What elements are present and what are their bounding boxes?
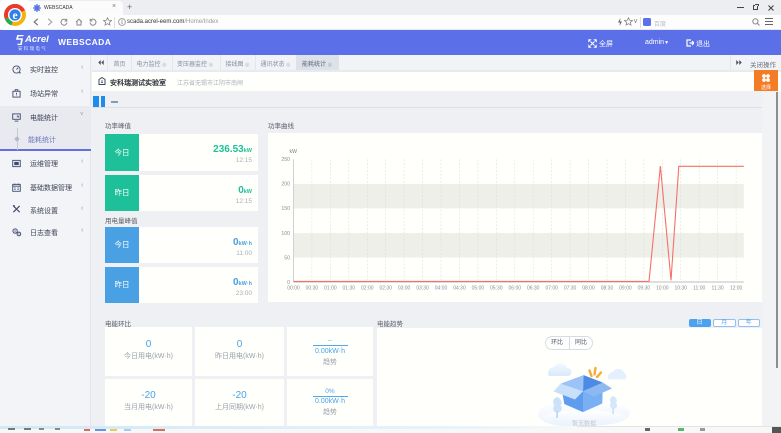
svg-text:01:00: 01:00 [324, 285, 337, 291]
svg-text:250: 250 [281, 157, 290, 163]
svg-text:00:00: 00:00 [287, 285, 300, 291]
svg-text:08:30: 08:30 [601, 285, 614, 291]
svg-text:150: 150 [281, 206, 290, 212]
svg-text:04:00: 04:00 [435, 285, 448, 291]
svg-text:08:00: 08:00 [582, 285, 595, 291]
svg-text:06:30: 06:30 [527, 285, 540, 291]
svg-text:50: 50 [284, 255, 290, 261]
svg-text:04:30: 04:30 [453, 285, 466, 291]
svg-text:11:30: 11:30 [712, 285, 724, 291]
svg-text:02:00: 02:00 [361, 285, 374, 291]
svg-text:05:30: 05:30 [490, 285, 503, 291]
svg-text:200: 200 [281, 182, 290, 188]
svg-text:11:00: 11:00 [693, 285, 705, 291]
svg-text:05:00: 05:00 [472, 285, 485, 291]
svg-text:07:30: 07:30 [564, 285, 577, 291]
svg-text:10:00: 10:00 [656, 285, 669, 291]
svg-text:e: e [12, 10, 17, 22]
svg-text:03:00: 03:00 [398, 285, 411, 291]
svg-text:02:30: 02:30 [379, 285, 392, 291]
svg-text:kW: kW [290, 149, 298, 155]
svg-text:01:30: 01:30 [343, 285, 356, 291]
svg-text:09:00: 09:00 [619, 285, 632, 291]
svg-text:07:00: 07:00 [545, 285, 558, 291]
svg-text:00:30: 00:30 [306, 285, 319, 291]
svg-text:100: 100 [281, 231, 290, 237]
svg-text:10:30: 10:30 [674, 285, 687, 291]
svg-text:03:30: 03:30 [416, 285, 429, 291]
svg-text:06:00: 06:00 [509, 285, 522, 291]
svg-text:09:30: 09:30 [638, 285, 651, 291]
svg-text:12:00: 12:00 [730, 285, 743, 291]
